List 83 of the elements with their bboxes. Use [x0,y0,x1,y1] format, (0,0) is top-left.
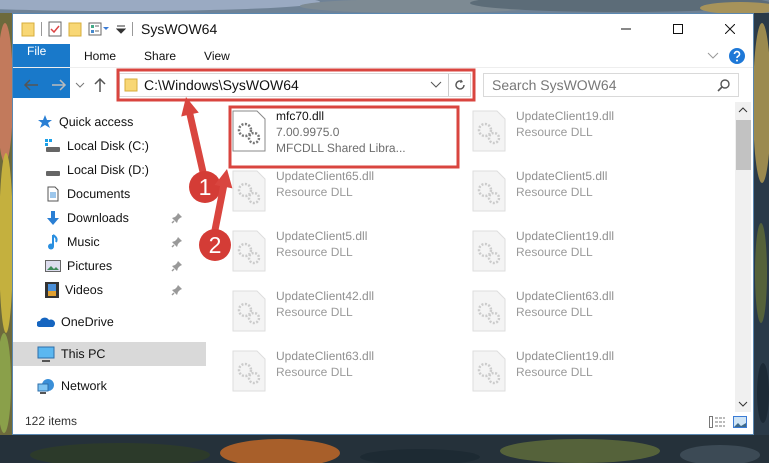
sidebar-label: Documents [67,187,130,201]
file-description: Resource DLL [516,184,594,200]
sidebar-item[interactable]: Downloads [13,206,185,230]
sidebar-label: Downloads [67,211,129,225]
sidebar-item[interactable]: Documents [13,182,185,206]
file-name[interactable]: mfc70.dll [276,108,406,124]
scroll-down-icon[interactable] [738,400,748,408]
file-description: Resource DLL [276,304,354,320]
refresh-icon [454,79,466,91]
back-arrow-icon[interactable] [23,78,39,92]
down-arrow-icon [45,210,61,226]
scroll-up-icon[interactable] [738,106,748,114]
film-icon [45,282,59,298]
file-description: Resource DLL [276,184,354,200]
recent-locations-icon[interactable] [75,81,85,89]
number-badge: 2 [199,229,231,261]
pin-icon[interactable] [171,212,183,224]
up-arrow-icon[interactable] [93,77,107,93]
sidebar-label: This PC [61,347,106,361]
number-badge: 1 [189,171,221,203]
properties-icon[interactable] [48,21,62,37]
sidebar-label: Local Disk (D:) [67,163,149,177]
sidebar-item[interactable]: Network [13,374,185,398]
image-icon [45,259,61,273]
sidebar-item[interactable]: Videos [13,278,185,302]
caret-icon[interactable] [430,81,442,89]
sidebar-item[interactable]: Local Disk (C:) [13,134,185,158]
search-field[interactable]: Search SysWOW64 [483,73,739,97]
cloud-icon [37,316,55,328]
drive-icon [45,170,61,176]
details-view-icon[interactable] [709,416,725,428]
folder-icon [124,78,138,92]
sidebar-label: Music [67,235,100,249]
document-icon [45,186,61,202]
sidebar-item[interactable]: Music [13,230,185,254]
ribbon-tab[interactable]: Share [130,44,190,67]
address-bar[interactable]: C:\Windows\SysWOW64 [119,73,471,97]
pin-icon[interactable] [171,236,183,248]
sidebar-label: Pictures [67,259,112,273]
close-icon [725,24,735,34]
ribbon-tab[interactable]: Home [70,44,130,67]
minimize-icon [621,28,631,30]
forward-arrow-icon[interactable] [51,78,67,92]
network-icon [37,378,55,394]
thumbnail-view-icon[interactable] [733,416,747,428]
file-description: MFCDLL Shared Libra... [276,140,406,156]
sidebar-item[interactable]: OneDrive [13,310,185,334]
sidebar-item[interactable]: Quick access [13,110,185,134]
file-description: Resource DLL [516,124,594,140]
sidebar-item[interactable]: Local Disk (D:) [13,158,185,182]
sidebar-item[interactable]: This PC [13,342,206,366]
sidebar-label: Network [61,379,107,393]
expand-ribbon-icon[interactable] [707,52,719,60]
file-description: Resource DLL [516,244,594,260]
folder-icon[interactable] [21,21,35,37]
scrollbar-thumb[interactable] [736,120,750,170]
file-description: Resource DLL [516,364,594,380]
item-count: 122 items [24,414,78,430]
pin-icon[interactable] [171,284,183,296]
sidebar-label: Quick access [59,115,134,129]
drive-icon [45,139,61,153]
pin-icon[interactable] [171,260,183,272]
sidebar-label: OneDrive [61,315,114,329]
file-description: Resource DLL [276,364,354,380]
star-icon [37,114,53,130]
file-tab[interactable]: File [13,44,70,98]
sidebar-item[interactable]: Pictures [13,254,185,278]
file-version: 7.00.9975.0 [276,124,340,140]
search-icon[interactable] [717,78,731,92]
sidebar-label: Local Disk (C:) [67,139,149,153]
annotation-arrow [212,169,232,231]
sidebar-label: Videos [65,283,103,297]
maximize-icon [673,24,683,34]
window-title: SysWOW64 [141,21,218,37]
help-icon [729,48,745,64]
gear-file-icon[interactable] [232,110,266,152]
address-path: C:\Windows\SysWOW64 [144,77,299,93]
file-description: Resource DLL [516,304,594,320]
view-icon[interactable] [88,21,110,37]
scrollbar[interactable] [735,102,751,412]
ribbon-tab[interactable]: View [190,44,244,67]
file-description: Resource DLL [276,244,354,260]
monitor-icon [37,346,55,362]
